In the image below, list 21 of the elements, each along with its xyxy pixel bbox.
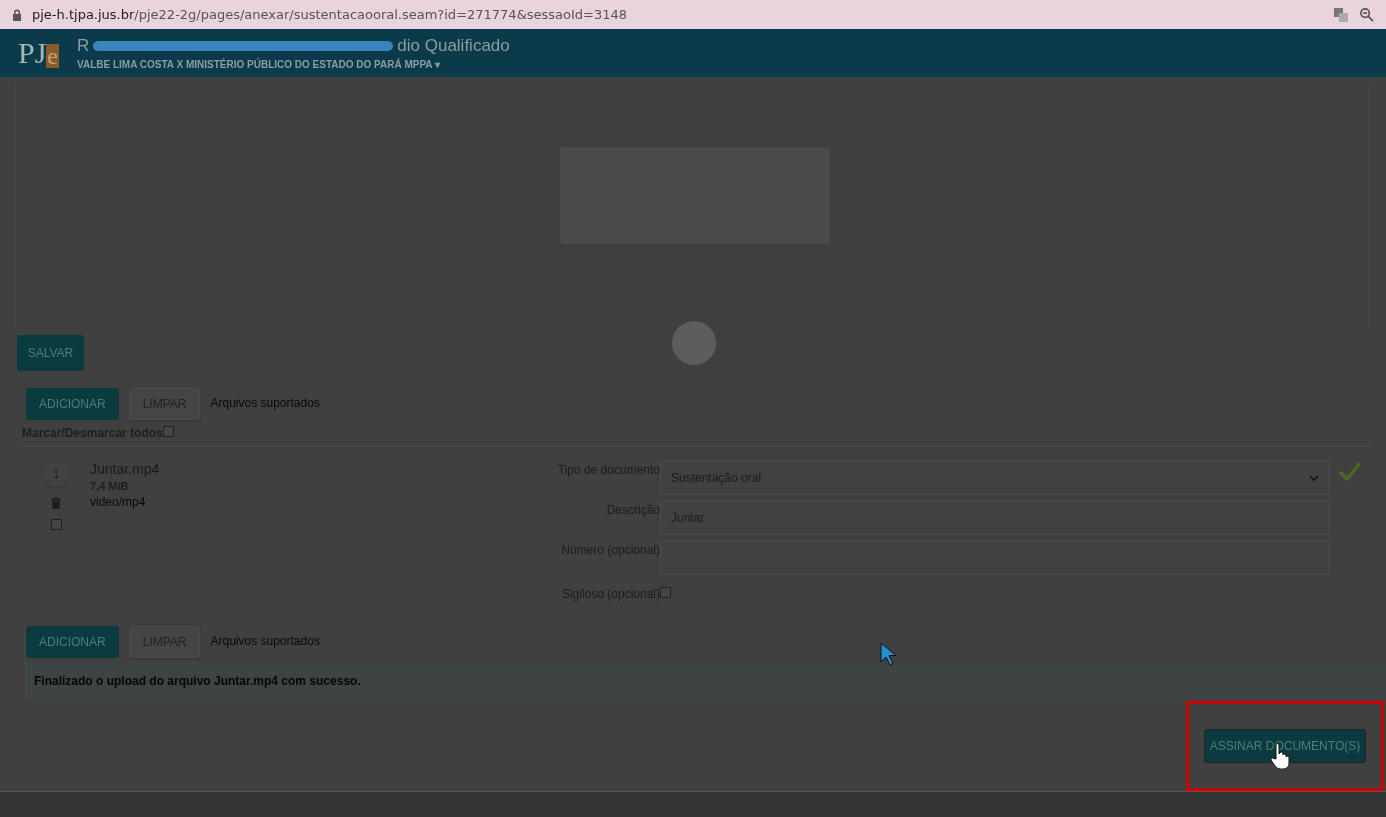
chevron-icon — [1309, 474, 1319, 481]
translate-icon[interactable] — [1333, 6, 1349, 23]
url-text: pje-h.tjpa.jus.br/pje22-2g/pages/anexar/sustentacaooral.seam?id=271774&sessaoId=3148 — [32, 7, 628, 23]
zoom-icon[interactable] — [1359, 7, 1374, 23]
file-checkbox[interactable] — [50, 518, 62, 530]
confidential-checkbox[interactable] — [660, 587, 671, 598]
logo[interactable]: PJe — [18, 37, 59, 68]
lock-icon — [12, 8, 22, 21]
mouse-pointer-icon — [880, 641, 896, 666]
save-button[interactable]: SALVAR — [17, 334, 84, 371]
add-button[interactable]: ADICIONAR — [26, 625, 119, 658]
address-bar[interactable]: pje-h.tjpa.jus.br/pje22-2g/pages/anexar/sustentacaooral.seam?id=271774&sessaoId=3148 — [0, 0, 1386, 30]
process-title: dio Qualificado — [397, 35, 510, 56]
sign-button[interactable]: ASSINAR DOCUMENTO(S) — [1204, 728, 1366, 763]
process-title: R — [77, 35, 90, 56]
parties-dropdown[interactable]: VALBE LIMA COSTA X MINISTÉRIO PÚBLICO DO ESTADO DO PARÁ MPPA ▾ — [77, 58, 510, 70]
select-all-checkbox[interactable] — [162, 425, 174, 437]
supported-files-link[interactable]: Arquivos suportados — [210, 387, 320, 410]
add-button[interactable]: ADICIONAR — [26, 387, 119, 420]
success-message: Finalizado o upload do arquivo Juntar.mp4 com sucesso. — [26, 662, 1386, 699]
supported-files-link[interactable]: Arquivos suportados — [210, 625, 320, 648]
